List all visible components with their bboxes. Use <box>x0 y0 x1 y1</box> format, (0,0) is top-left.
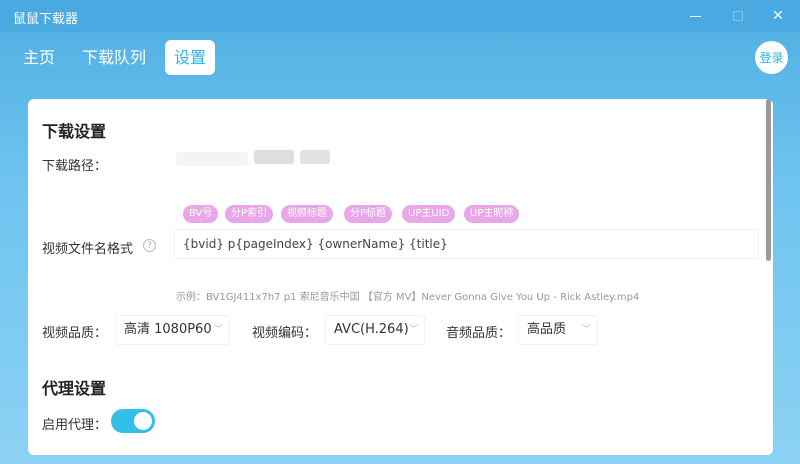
tag-video-title[interactable]: 视频标题 <box>281 205 333 223</box>
close-icon: ✕ <box>772 8 784 24</box>
tag-page-title[interactable]: 分P标题 <box>344 205 393 223</box>
tag-bvid[interactable]: BV号 <box>183 205 219 223</box>
settings-card: 下载设置 下载路径： BV号 分P索引 视频标题 分P标题 UP主UID UP主… <box>28 99 773 455</box>
minimize-icon <box>689 15 701 17</box>
chevron-down-icon: ﹀ <box>581 325 591 335</box>
toggle-knob <box>134 412 152 430</box>
maximize-icon <box>733 11 743 21</box>
download-path-value-blur <box>300 150 330 164</box>
tag-page-index[interactable]: 分P索引 <box>225 205 274 223</box>
maximize-button[interactable] <box>724 4 752 28</box>
download-path-label: 下载路径： <box>42 159 108 174</box>
proxy-settings-title: 代理设置 <box>42 379 107 398</box>
tag-owner-uid[interactable]: UP主UID <box>402 205 456 223</box>
audio-quality-select[interactable]: 高品质 ﹀ <box>518 315 598 345</box>
proxy-enable-label: 启用代理： <box>42 418 108 433</box>
help-icon[interactable]: ? <box>143 239 156 252</box>
minimize-button[interactable] <box>681 4 709 28</box>
tab-home[interactable]: 主页 <box>14 40 64 75</box>
audio-quality-label: 音频品质： <box>446 326 512 341</box>
download-path-value-blur <box>254 150 294 164</box>
video-codec-select[interactable]: AVC(H.264) ﹀ <box>325 315 425 345</box>
scrollbar[interactable] <box>766 99 771 261</box>
chevron-down-icon: ﹀ <box>213 325 223 335</box>
download-settings-title: 下载设置 <box>42 122 107 141</box>
tag-owner-name[interactable]: UP主昵称 <box>464 205 520 223</box>
title-bar: 鼠鼠下载器 ✕ <box>0 0 800 32</box>
audio-quality-value: 高品质 <box>527 322 567 337</box>
chevron-down-icon: ﹀ <box>408 325 418 335</box>
app-title: 鼠鼠下载器 <box>13 12 79 27</box>
tab-download-queue[interactable]: 下载队列 <box>73 40 155 75</box>
video-quality-label: 视频品质： <box>42 326 108 341</box>
login-button[interactable]: 登录 <box>755 41 788 74</box>
close-button[interactable]: ✕ <box>764 4 792 28</box>
proxy-toggle[interactable] <box>111 409 155 433</box>
filename-format-label: 视频文件名格式 <box>42 242 134 257</box>
video-codec-label: 视频编码： <box>252 326 318 341</box>
video-quality-value: 高清 1080P60 <box>124 322 212 337</box>
filename-format-input[interactable]: {bvid} p{pageIndex} {ownerName} {title} <box>174 229 759 259</box>
tab-settings[interactable]: 设置 <box>165 40 216 75</box>
download-path-value[interactable] <box>176 152 248 166</box>
filename-example: 示例：BV1GJ411x7h7 p1 索尼音乐中国 【官方 MV】Never G… <box>176 292 640 303</box>
video-quality-select[interactable]: 高清 1080P60 ﹀ <box>115 315 230 345</box>
video-codec-value: AVC(H.264) <box>334 322 409 337</box>
